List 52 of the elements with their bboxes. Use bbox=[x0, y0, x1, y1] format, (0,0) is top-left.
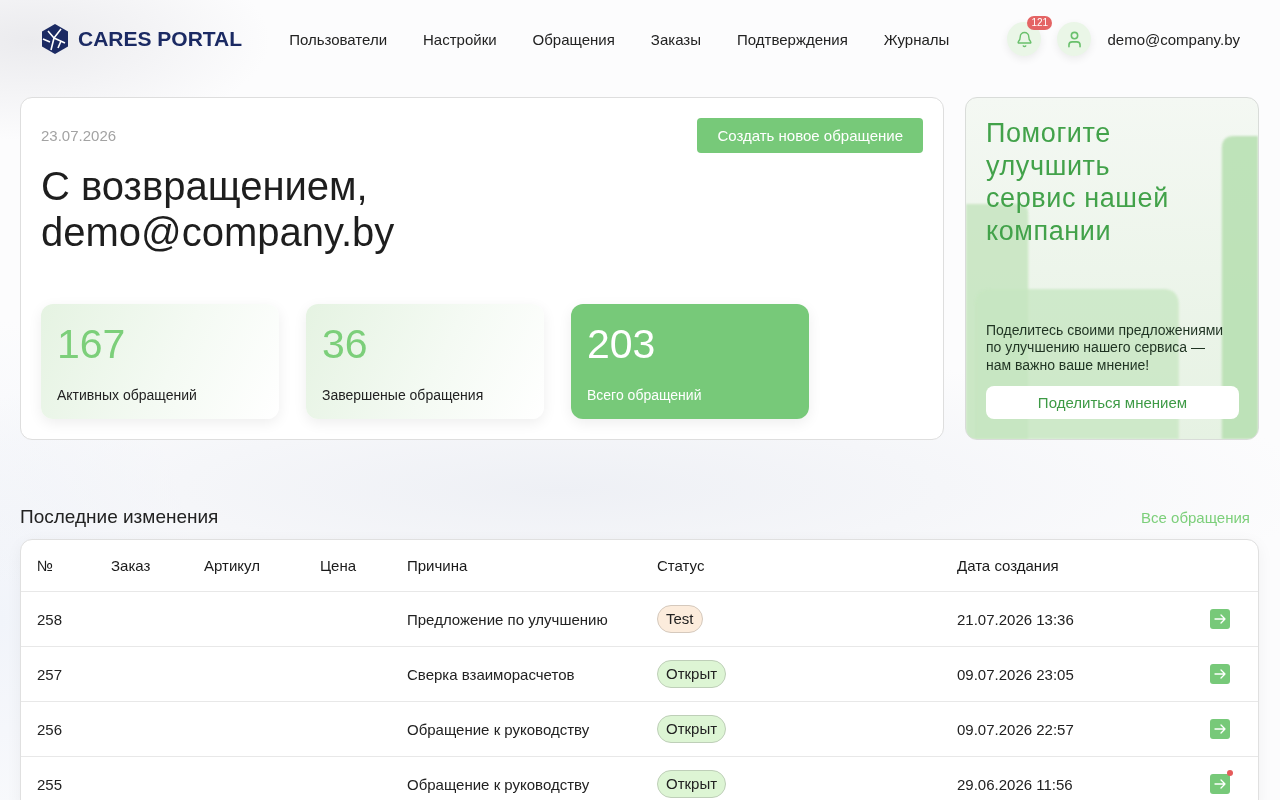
notification-count: 121 bbox=[1027, 16, 1053, 30]
stat-label: Активных обращений bbox=[57, 386, 198, 404]
arrow-right-icon[interactable] bbox=[1210, 719, 1230, 739]
nav-link[interactable]: Заказы bbox=[650, 30, 701, 48]
promo-title: Помогите улучшить сервис нашей компании bbox=[986, 117, 1170, 247]
table-cell-text: 09.07.2026 22:57 bbox=[957, 720, 1075, 738]
column-header: Статус bbox=[657, 557, 706, 574]
bell-icon bbox=[1016, 30, 1033, 48]
column-header: Цена bbox=[320, 557, 358, 574]
column-header: Причина bbox=[407, 557, 469, 574]
stat-label: Завершеные обращения bbox=[322, 386, 485, 404]
logo-text: CARES PORTAL bbox=[78, 27, 243, 51]
arrow-right-icon[interactable] bbox=[1210, 664, 1230, 684]
status-tag: Открыт bbox=[657, 770, 727, 798]
status-tag: Открыт bbox=[657, 715, 727, 743]
section-title: Последние изменения bbox=[20, 505, 219, 529]
table-cell-text: 21.07.2026 13:36 bbox=[957, 610, 1075, 628]
column-header: Дата создания bbox=[957, 557, 1060, 574]
table-cell-text: 257 bbox=[37, 665, 64, 683]
stat-value: 167 bbox=[57, 322, 127, 366]
stat-label: Всего обращений bbox=[587, 386, 703, 404]
current-date: 23.07.2026 bbox=[41, 127, 117, 144]
nav-link[interactable]: Пользователи bbox=[289, 30, 388, 48]
table-cell-text: 258 bbox=[37, 610, 64, 628]
nav-link[interactable]: Подтверждения bbox=[737, 30, 848, 48]
profile-button[interactable] bbox=[1057, 22, 1092, 56]
stat-value: 36 bbox=[322, 322, 369, 366]
logo-icon bbox=[40, 24, 70, 54]
table-cell-text: 255 bbox=[37, 775, 64, 793]
table-cell-text: Обращение к руководству bbox=[407, 720, 591, 738]
table-cell-text: Обращение к руководству bbox=[407, 775, 591, 793]
table-cell-text: Сверка взаиморасчетов bbox=[407, 665, 576, 683]
nav-link[interactable]: Журналы bbox=[883, 30, 950, 48]
table-cell-text: 29.06.2026 11:56 bbox=[957, 775, 1074, 793]
nav-link[interactable]: Настройки bbox=[423, 30, 497, 48]
arrow-right-icon[interactable] bbox=[1210, 609, 1230, 629]
nav-link[interactable]: Обращения bbox=[532, 30, 615, 48]
table-cell-text: Предложение по улучшению bbox=[407, 610, 609, 628]
status-tag: Открыт bbox=[657, 660, 727, 688]
user-icon bbox=[1065, 29, 1084, 49]
greeting-heading: С возвращением, demo@company.by bbox=[41, 163, 396, 255]
promo-text: Поделитесь своими предложениями по улучшению нашего сервиса — нам важно ваше мнение! bbox=[986, 321, 1225, 374]
column-header: Артикул bbox=[204, 557, 261, 574]
status-tag: Test bbox=[657, 605, 703, 633]
arrow-right-icon[interactable] bbox=[1210, 774, 1230, 794]
table-cell-text: 09.07.2026 23:05 bbox=[957, 665, 1075, 683]
column-header: Заказ bbox=[111, 557, 152, 574]
table-cell-text: 256 bbox=[37, 720, 64, 738]
stat-value: 203 bbox=[587, 322, 657, 366]
user-email[interactable]: demo@company.by bbox=[1107, 30, 1240, 48]
share-feedback-button[interactable]: Поделиться мнением bbox=[986, 386, 1239, 419]
column-header: № bbox=[37, 557, 55, 574]
